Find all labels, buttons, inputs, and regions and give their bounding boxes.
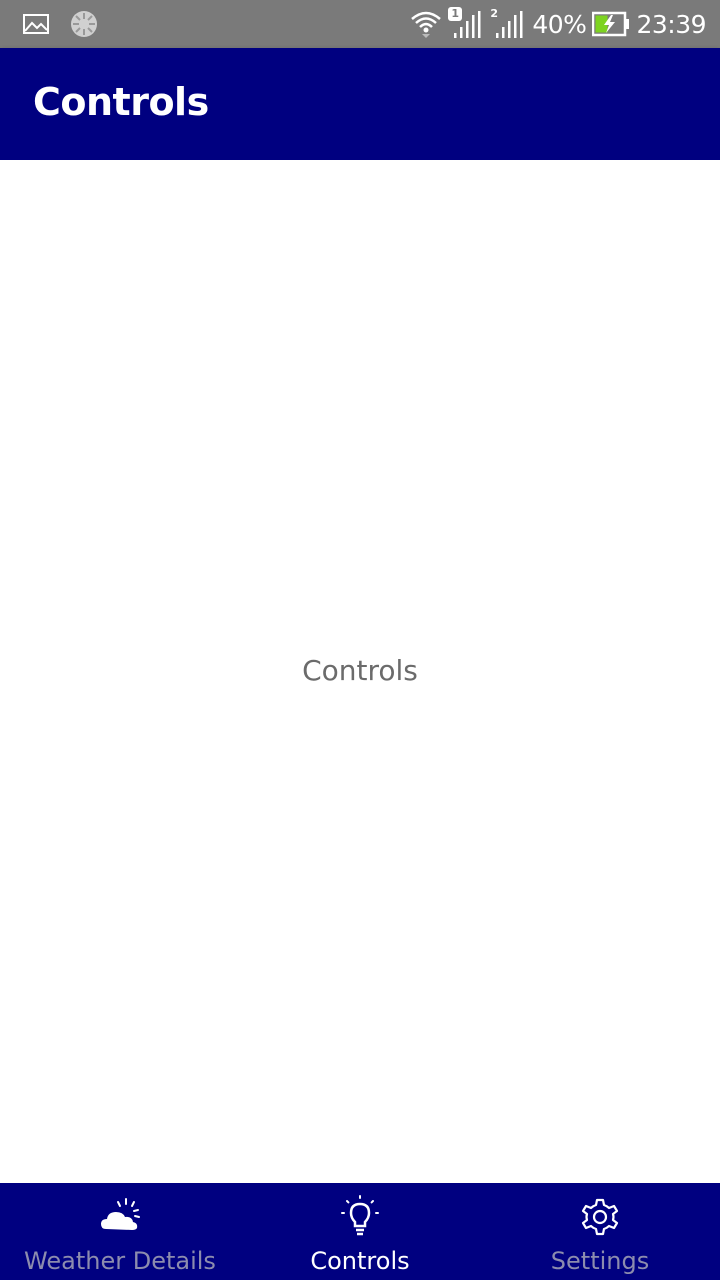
nav-item-settings[interactable]: Settings — [480, 1183, 720, 1280]
weather-cloud-sun-icon — [101, 1198, 140, 1230]
app-bar: Controls — [0, 48, 720, 160]
nav-item-controls[interactable]: Controls — [240, 1183, 480, 1280]
main-content: Controls — [0, 160, 720, 1183]
nav-item-weather-details[interactable]: Weather Details — [0, 1183, 240, 1280]
loading-notification-icon — [71, 11, 97, 37]
status-notifications — [22, 10, 98, 38]
signal-bars-icon — [496, 11, 523, 38]
clock: 23:39 — [636, 9, 706, 39]
content-label: Controls — [302, 654, 418, 687]
lightbulb-icon — [341, 1195, 379, 1236]
sim1-signal: 1 — [448, 7, 484, 39]
battery-charging-icon — [592, 11, 630, 37]
sim2-signal: 2 — [490, 7, 526, 39]
wifi-icon — [411, 11, 442, 38]
bottom-navigation: Weather Details Controls Settings — [0, 1183, 720, 1280]
status-indicators: 1 2 40% 23:39 — [410, 0, 706, 48]
signal-bars-icon — [454, 11, 481, 38]
nav-label-controls: Controls — [310, 1247, 410, 1275]
image-notification-icon — [23, 14, 49, 34]
battery-percent: 40% — [532, 9, 587, 39]
nav-label-weather-details: Weather Details — [24, 1247, 216, 1275]
nav-label-settings: Settings — [550, 1247, 650, 1275]
gear-icon — [581, 1198, 619, 1236]
status-bar: 1 2 40% 23:39 — [0, 0, 720, 48]
page-title: Controls — [33, 80, 209, 124]
